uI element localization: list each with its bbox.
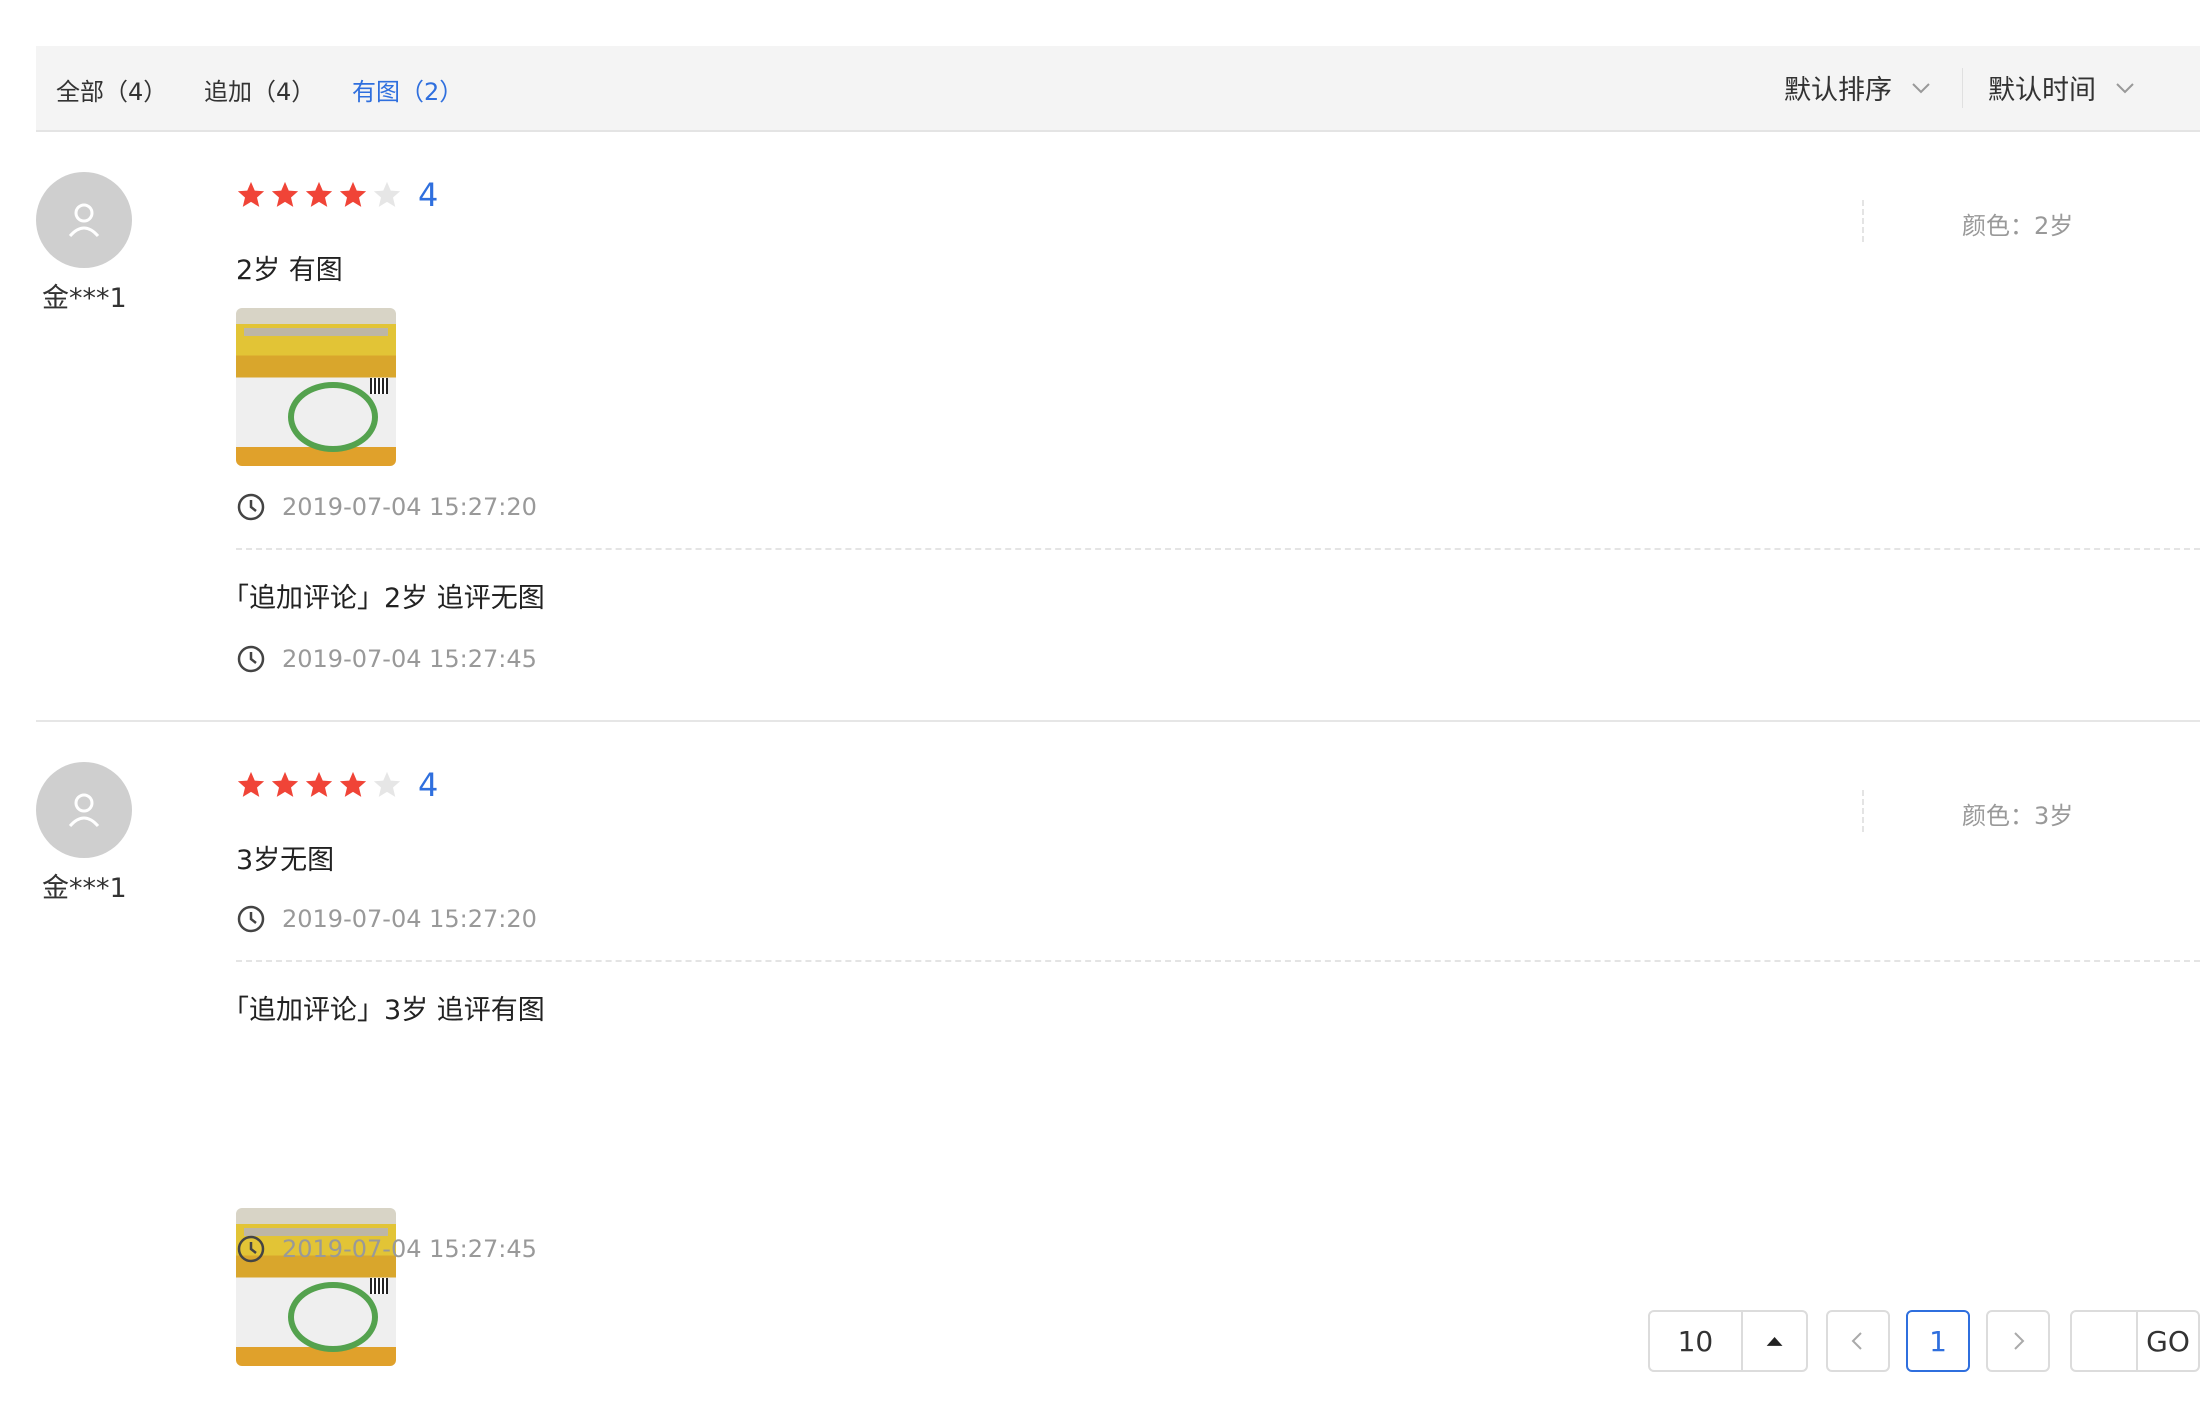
star-empty-icon xyxy=(373,771,401,797)
review-separator xyxy=(36,720,2200,722)
user-icon xyxy=(68,793,100,828)
review-filter-bar: 全部（4） 追加（4） 有图（2） 默认排序 默认时间 xyxy=(36,46,2200,132)
star-filled-icon xyxy=(237,771,265,797)
review-time: 2019-07-04 15:27:20 xyxy=(236,492,537,522)
review-text: 2岁 有图 xyxy=(236,255,343,286)
review-time-text: 2019-07-04 15:27:20 xyxy=(282,493,537,521)
clock-icon xyxy=(237,645,265,673)
star-empty-icon xyxy=(373,181,401,207)
spec-divider xyxy=(1862,200,1864,242)
sort-dropdown[interactable]: 默认排序 xyxy=(1784,68,1932,107)
sort-divider xyxy=(1962,68,1963,108)
user-icon xyxy=(68,203,100,238)
review-username: 金***1 xyxy=(42,873,127,904)
divider xyxy=(236,960,2200,962)
rating-stars: 4 xyxy=(236,176,439,214)
prev-page-button[interactable] xyxy=(1826,1310,1890,1372)
page-jump: GO xyxy=(2070,1310,2200,1372)
followup-time: 2019-07-04 15:27:45 xyxy=(236,644,537,674)
review-text: 3岁无图 xyxy=(236,845,335,876)
review-time: 2019-07-04 15:27:20 xyxy=(236,904,537,934)
chevron-right-icon xyxy=(2014,1332,2025,1350)
star-filled-icon xyxy=(271,181,299,207)
star-filled-icon xyxy=(305,181,333,207)
star-filled-icon xyxy=(237,181,265,207)
star-filled-icon xyxy=(339,771,367,797)
followup-text: 「追加评论」2岁 追评无图 xyxy=(222,583,545,614)
time-sort-label: 默认时间 xyxy=(1988,75,2096,106)
sort-label: 默认排序 xyxy=(1784,75,1892,106)
page-size-select[interactable]: 10 xyxy=(1648,1310,1808,1372)
page-size-value: 10 xyxy=(1677,1324,1714,1358)
product-spec: 颜色：2岁 xyxy=(1962,212,2074,240)
followup-time-text: 2019-07-04 15:27:45 xyxy=(282,645,537,673)
spec-divider xyxy=(1862,790,1864,832)
page-jump-input[interactable] xyxy=(2072,1313,2136,1369)
review-image[interactable] xyxy=(236,308,396,466)
page-number-button[interactable]: 1 xyxy=(1906,1310,1970,1372)
avatar xyxy=(36,172,132,268)
avatar xyxy=(36,762,132,858)
clock-icon xyxy=(237,1235,265,1263)
star-filled-icon xyxy=(305,771,333,797)
star-filled-icon xyxy=(271,771,299,797)
review-time-text: 2019-07-04 15:27:20 xyxy=(282,905,537,933)
rating-score: 4 xyxy=(418,176,439,214)
followup-image[interactable] xyxy=(236,1208,396,1366)
star-filled-icon xyxy=(339,181,367,207)
go-button[interactable]: GO xyxy=(2138,1325,2198,1358)
followup-time-text: 2019-07-04 15:27:45 xyxy=(282,1235,537,1263)
product-spec: 颜色：3岁 xyxy=(1962,802,2074,830)
clock-icon xyxy=(237,905,265,933)
chevron-left-icon xyxy=(1851,1332,1862,1350)
tab-with-images[interactable]: 有图（2） xyxy=(352,72,463,107)
chevron-down-icon xyxy=(2116,82,2134,93)
review-username: 金***1 xyxy=(42,283,127,314)
chevron-down-icon xyxy=(1912,82,1930,93)
clock-icon xyxy=(237,493,265,521)
followup-time: 2019-07-04 15:27:45 xyxy=(236,1234,537,1264)
followup-text: 「追加评论」3岁 追评有图 xyxy=(222,995,545,1026)
rating-stars: 4 xyxy=(236,766,439,804)
time-dropdown[interactable]: 默认时间 xyxy=(1988,68,2136,107)
tab-followup[interactable]: 追加（4） xyxy=(204,72,315,107)
caret-up-icon xyxy=(1766,1337,1783,1346)
tab-all[interactable]: 全部（4） xyxy=(56,72,167,107)
rating-score: 4 xyxy=(418,766,439,804)
next-page-button[interactable] xyxy=(1986,1310,2050,1372)
divider xyxy=(236,548,2200,550)
